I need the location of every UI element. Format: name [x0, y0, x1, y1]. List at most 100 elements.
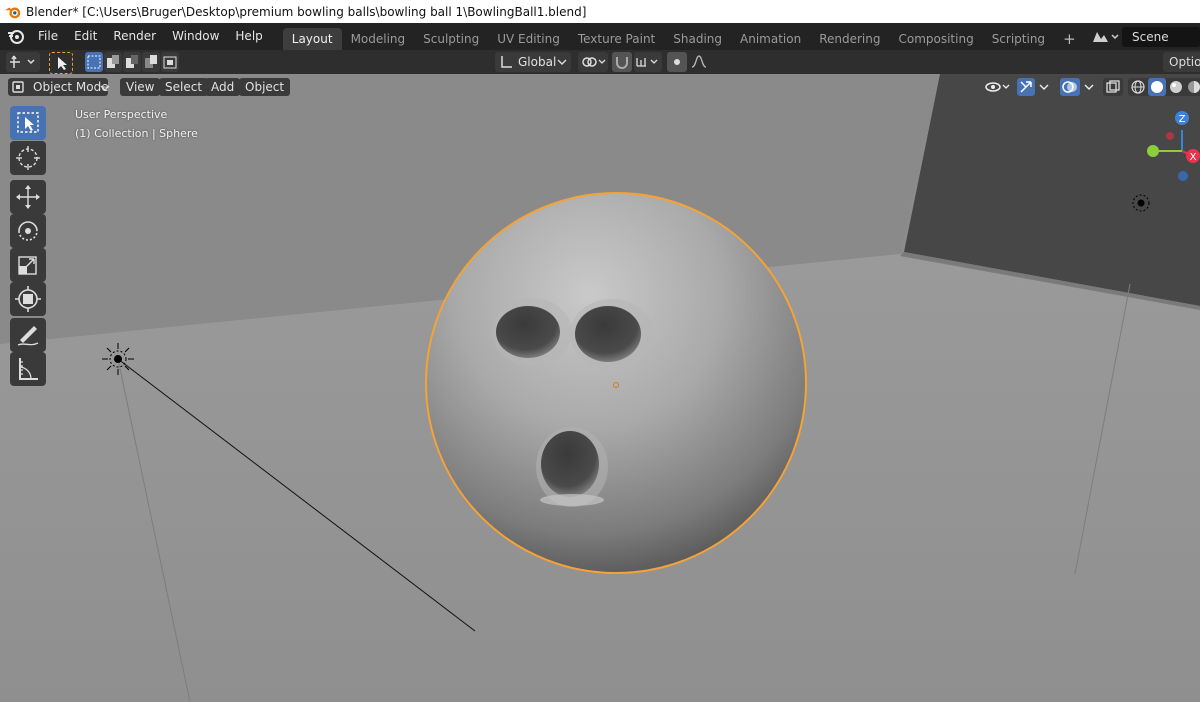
shading-mode-group: [1128, 78, 1200, 96]
menu-window[interactable]: Window: [164, 23, 227, 50]
orientation-label: Global: [518, 55, 557, 69]
tool-measure[interactable]: [10, 352, 46, 386]
blender-logo-icon: [4, 7, 21, 18]
link-icon: [582, 57, 606, 67]
gizmo-icon: [1020, 81, 1032, 93]
select-mode-invert-icon[interactable]: [142, 52, 160, 72]
transform-pivot-icon: [10, 55, 35, 68]
menu-select[interactable]: Select: [159, 78, 209, 96]
select-mode-extend-icon[interactable]: [104, 52, 122, 72]
tab-animation[interactable]: Animation: [731, 28, 810, 50]
top-menu-bar: File Edit Render Window Help Layout Mode…: [0, 23, 1200, 50]
snap-toggle[interactable]: [612, 52, 632, 72]
cursor-arrow-icon: [58, 57, 67, 70]
xray-icon: [1106, 80, 1120, 93]
menu-add[interactable]: Add: [205, 78, 241, 96]
tool-annotate[interactable]: [10, 318, 46, 352]
tool-settings-dropdown[interactable]: [6, 52, 40, 72]
scene-icon: [1093, 31, 1119, 42]
rendered-shading-icon[interactable]: [1186, 79, 1200, 95]
chevron-down-icon[interactable]: [1038, 83, 1050, 91]
viewport-collection-label: (1) Collection | Sphere: [75, 127, 198, 140]
chevron-down-icon: [100, 85, 110, 91]
rotate-icon: [18, 221, 38, 241]
menu-view[interactable]: View: [120, 78, 161, 96]
pivot-point-dropdown[interactable]: [578, 52, 608, 72]
eye-icon: [985, 82, 1010, 92]
snap-increment-icon: [636, 58, 658, 67]
mode-selector[interactable]: Object Mode: [8, 78, 110, 96]
menu-edit[interactable]: Edit: [66, 23, 105, 50]
proportional-editing-toggle[interactable]: [667, 52, 687, 72]
xray-toggle[interactable]: [1103, 78, 1123, 96]
tool-rotate[interactable]: [10, 214, 46, 248]
bowling-ball-sphere[interactable]: [425, 192, 807, 574]
transform-orientation-dropdown[interactable]: Global: [495, 52, 571, 72]
proportional-falloff-dropdown[interactable]: [689, 52, 715, 72]
select-box-icon: [17, 112, 39, 133]
gizmo-neg-x[interactable]: [1166, 132, 1174, 140]
tab-rendering[interactable]: Rendering: [810, 28, 889, 50]
window-title: Blender* [C:\Users\Bruger\Desktop\premiu…: [26, 4, 587, 19]
tool-transform[interactable]: [10, 282, 46, 316]
gizmo-y-axis[interactable]: [1147, 145, 1159, 157]
blender-menu-icon[interactable]: [0, 23, 30, 50]
chevron-down-icon: [557, 59, 567, 65]
scene-name[interactable]: Scene: [1122, 26, 1200, 47]
magnet-icon: [616, 57, 628, 69]
tool-move[interactable]: [10, 180, 46, 214]
menu-file[interactable]: File: [30, 23, 66, 50]
tab-compositing[interactable]: Compositing: [889, 28, 982, 50]
object-mode-icon: [12, 81, 24, 93]
visibility-dropdown[interactable]: [983, 78, 1010, 96]
chevron-down-icon[interactable]: [1083, 83, 1095, 91]
transform-icon: [15, 286, 41, 312]
window-title-bar: Blender* [C:\Users\Bruger\Desktop\premiu…: [0, 0, 1200, 23]
tab-shading[interactable]: Shading: [664, 28, 731, 50]
options-button[interactable]: Options: [1163, 52, 1200, 72]
add-workspace-icon[interactable]: +: [1054, 28, 1085, 50]
viewport-perspective-label: User Perspective: [75, 108, 168, 121]
proportional-edit-icon: [674, 59, 680, 65]
cursor-icon: [16, 146, 40, 170]
select-mode-subtract-icon[interactable]: [123, 52, 141, 72]
workspace-tabs: Layout Modeling Sculpting UV Editing Tex…: [282, 23, 1085, 50]
falloff-curve-icon: [691, 55, 707, 68]
active-tool-icon[interactable]: [49, 52, 73, 74]
wireframe-shading-icon[interactable]: [1130, 79, 1146, 95]
tab-uv-editing[interactable]: UV Editing: [488, 28, 569, 50]
menu-object[interactable]: Object: [239, 78, 291, 96]
options-label: Options: [1169, 55, 1200, 69]
overlays-toggle[interactable]: [1060, 78, 1080, 96]
orientation-axes-icon: [501, 56, 512, 68]
tool-cursor[interactable]: [10, 141, 46, 175]
menu-render[interactable]: Render: [105, 23, 164, 50]
scene-selector[interactable]: Scene: [1088, 23, 1200, 50]
overlays-icon: [1062, 81, 1077, 93]
move-icon: [16, 185, 40, 209]
mode-label: Object Mode: [33, 80, 109, 94]
measure-ruler-icon: [19, 358, 38, 380]
material-shading-icon[interactable]: [1168, 79, 1184, 95]
gizmo-z-label: Z: [1179, 114, 1186, 125]
select-mode-intersect-icon[interactable]: [161, 52, 179, 72]
tab-sculpting[interactable]: Sculpting: [414, 28, 488, 50]
solid-shading-icon[interactable]: [1148, 78, 1166, 96]
3d-viewport[interactable]: Z X Object Mode View Select Add Object U: [0, 74, 1200, 702]
tab-layout[interactable]: Layout: [282, 28, 342, 50]
gizmo-neg-z[interactable]: [1178, 171, 1188, 181]
tool-header: Global Options: [0, 50, 1200, 74]
annotate-pen-icon: [17, 326, 39, 346]
tool-scale[interactable]: [10, 248, 46, 282]
gizmo-toggle[interactable]: [1017, 78, 1035, 96]
gizmo-x-label: X: [1190, 152, 1197, 163]
snap-target-dropdown[interactable]: [634, 52, 662, 72]
viewport-scene: Z X: [0, 74, 1200, 702]
scale-icon: [18, 256, 37, 275]
tool-select-box[interactable]: [10, 106, 46, 140]
tab-scripting[interactable]: Scripting: [983, 28, 1054, 50]
select-mode-new-icon[interactable]: [85, 52, 103, 72]
tab-modeling[interactable]: Modeling: [342, 28, 415, 50]
menu-help[interactable]: Help: [227, 23, 270, 50]
tab-texture-paint[interactable]: Texture Paint: [569, 28, 664, 50]
